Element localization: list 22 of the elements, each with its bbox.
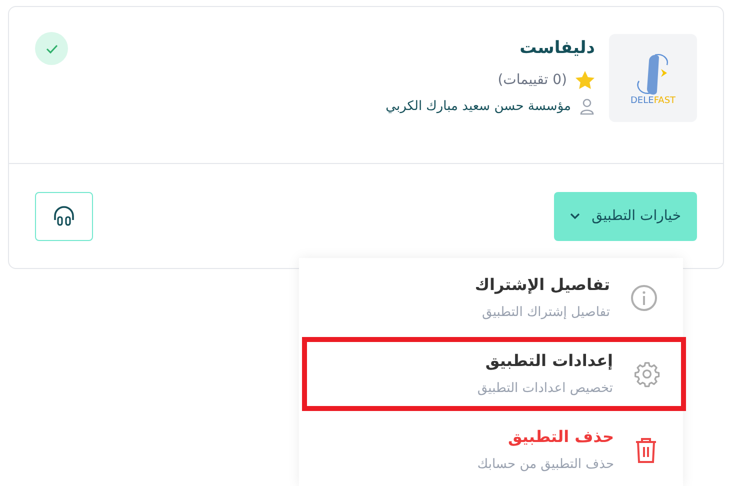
menu-item[interactable]: تفاصيل الإشتراك تفاصيل إشتراك التطبيق bbox=[299, 261, 683, 335]
menu-item-subtitle: حذف التطبيق من حسابك bbox=[477, 456, 614, 474]
menu-item[interactable]: حذف التطبيق حذف التطبيق من حسابك bbox=[299, 413, 683, 486]
owner-name: مؤسسة حسن سعيد مبارك الكربي bbox=[386, 98, 571, 116]
menu-item-title: حذف التطبيق bbox=[506, 426, 614, 448]
menu-item-title: إعدادات التطبيق bbox=[484, 350, 613, 372]
menu-item-subtitle: تخصيص اعدادات التطبيق bbox=[477, 380, 613, 398]
support-button[interactable] bbox=[35, 192, 93, 240]
settings-icon bbox=[633, 360, 661, 388]
menu-item-title: تفاصيل الإشتراك bbox=[474, 274, 610, 296]
menu-item[interactable]: إعدادات التطبيق تخصيص اعدادات التطبيق bbox=[302, 337, 686, 411]
logo-text: DELEFAST bbox=[630, 96, 676, 106]
headphones-icon bbox=[53, 206, 75, 226]
star-icon bbox=[575, 70, 595, 90]
app-name: دليفاست bbox=[520, 37, 595, 60]
trash-icon bbox=[634, 436, 658, 464]
info-icon bbox=[630, 284, 658, 312]
rating-count: (0 تقييمات) bbox=[498, 70, 567, 90]
user-icon bbox=[579, 98, 595, 115]
caret-icon bbox=[570, 212, 580, 220]
app-options-button[interactable]: خيارات التطبيق bbox=[554, 192, 697, 240]
menu-item-subtitle: تفاصيل إشتراك التطبيق bbox=[480, 304, 610, 322]
